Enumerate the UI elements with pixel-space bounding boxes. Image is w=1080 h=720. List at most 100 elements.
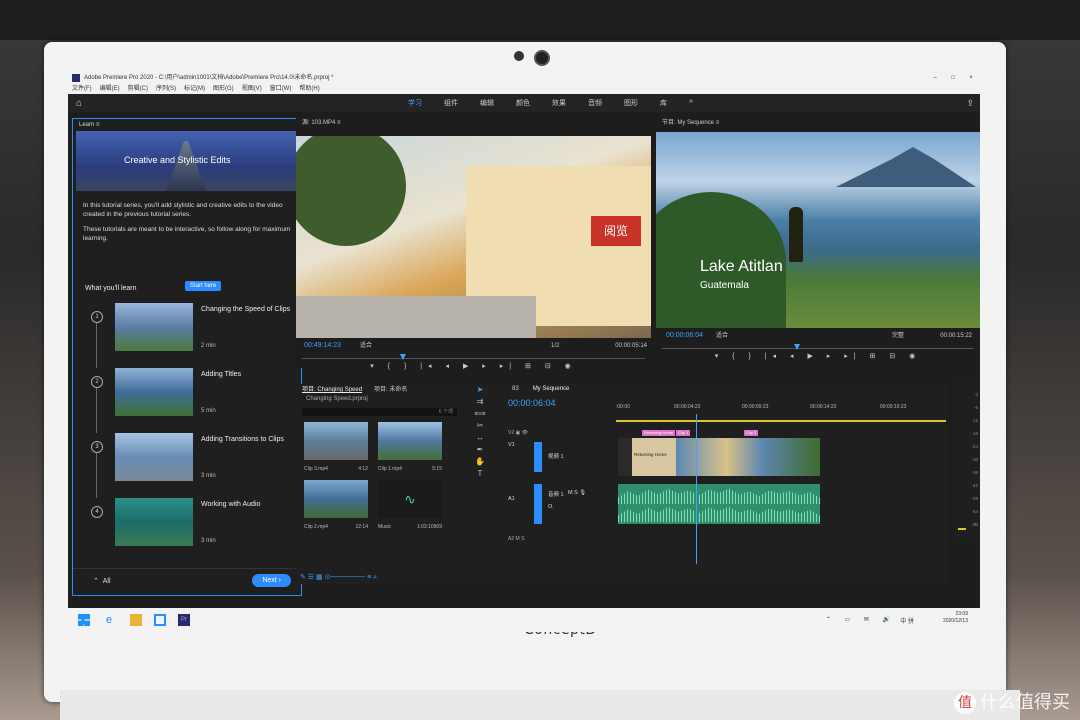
type-tool-icon[interactable]: T bbox=[466, 468, 494, 480]
volume-knob-icon[interactable]: O. bbox=[548, 504, 554, 510]
title-bar: Adobe Premiere Pro 2020 - C:\用户\admin100… bbox=[68, 72, 980, 84]
ripple-edit-tool-icon[interactable]: ⟺ bbox=[466, 408, 494, 420]
program-video-frame: Lake Atitlan Guatemala bbox=[656, 132, 980, 328]
close-button[interactable]: × bbox=[962, 72, 980, 84]
project-clip[interactable]: ∿ Music 1:03:10909 bbox=[378, 480, 442, 530]
minimize-button[interactable]: – bbox=[926, 72, 944, 84]
workspace-tab-learning[interactable]: 学习 bbox=[408, 98, 422, 108]
learn-panel-header: Learn ≡ bbox=[79, 122, 100, 128]
project-clip[interactable]: Clip 2.mp4 12:14 bbox=[304, 480, 368, 530]
workspace-tab-editing[interactable]: 编辑 bbox=[480, 98, 494, 108]
fx-badge[interactable]: Clip 2 bbox=[744, 430, 759, 436]
workspace-tab-effects[interactable]: 效果 bbox=[552, 98, 566, 108]
work-area-bar[interactable] bbox=[616, 420, 946, 422]
home-icon[interactable]: ⌂ bbox=[76, 98, 82, 109]
menu-edit[interactable]: 编辑(E) bbox=[100, 84, 120, 94]
track-select-tool-icon[interactable]: ⇉ bbox=[466, 396, 494, 408]
source-transport-controls[interactable]: ▾ { } |◂ ◂ ▶ ▸ ▸| ⊞ ⊟ ◉ bbox=[296, 362, 651, 374]
lesson-item[interactable]: 3 Adding Transitions to Clips 3 min bbox=[85, 433, 295, 498]
workspace-overflow-button[interactable]: » bbox=[689, 98, 693, 108]
workspace-tab-color[interactable]: 颜色 bbox=[516, 98, 530, 108]
menu-help[interactable]: 帮助(H) bbox=[299, 84, 319, 94]
lesson-thumbnail bbox=[115, 303, 193, 351]
workspace-tab-audio[interactable]: 音频 bbox=[588, 98, 602, 108]
source-playhead[interactable] bbox=[400, 354, 406, 360]
menu-graphics[interactable]: 图形(G) bbox=[213, 84, 234, 94]
building-sign: 阅览 bbox=[591, 216, 641, 246]
person-image bbox=[789, 207, 803, 262]
sequence-timecode[interactable]: 00:00:06:04 bbox=[508, 398, 556, 408]
hand-tool-icon[interactable]: ✋ bbox=[466, 456, 494, 468]
track-header-a2[interactable]: A2 M S bbox=[508, 536, 608, 546]
lesson-item[interactable]: 2 Adding Titles 5 min bbox=[85, 368, 295, 433]
start-here-badge[interactable]: Start here bbox=[185, 281, 222, 291]
program-fit-dropdown[interactable]: 适合 bbox=[716, 330, 728, 342]
share-icon[interactable]: ⇪ bbox=[966, 98, 974, 109]
workspace-tab-assembly[interactable]: 组件 bbox=[444, 98, 458, 108]
maximize-button[interactable]: □ bbox=[944, 72, 962, 84]
tab-my-sequence[interactable]: My Sequence bbox=[533, 384, 570, 394]
menu-view[interactable]: 视图(V) bbox=[242, 84, 262, 94]
menu-file[interactable]: 文件(F) bbox=[72, 84, 92, 94]
program-playhead[interactable] bbox=[794, 344, 800, 350]
track-header-v1[interactable]: V1 视频 1 bbox=[508, 442, 608, 472]
all-tutorials-link[interactable]: ⌃ All bbox=[93, 577, 111, 585]
project-clip[interactable]: Clip 1.mp4 5:15 bbox=[378, 422, 442, 472]
track-header-v2[interactable]: V2 ▣ 👁 bbox=[508, 430, 608, 440]
source-timecode[interactable]: 00:49:14:23 bbox=[304, 340, 341, 352]
windows-start-icon[interactable] bbox=[78, 614, 90, 626]
source-time-ruler[interactable] bbox=[302, 354, 645, 360]
lesson-item[interactable]: 4 Working with Audio 3 min bbox=[85, 498, 295, 563]
track-header-a1[interactable]: A1 音频 1 O. M S 🎙 bbox=[508, 484, 608, 524]
ime-indicator[interactable]: 中 拼 bbox=[900, 616, 914, 625]
program-timecode[interactable]: 00:00:06:04 bbox=[666, 330, 703, 342]
project-clip[interactable]: Clip 3.mp4 4:12 bbox=[304, 422, 368, 472]
workspace-tab-libraries[interactable]: 库 bbox=[660, 98, 667, 108]
file-explorer-icon[interactable] bbox=[130, 614, 142, 626]
menu-sequence[interactable]: 序列(S) bbox=[156, 84, 176, 94]
taskbar-clock[interactable]: 23:09 2020/12/13 bbox=[943, 611, 968, 625]
meter-tick: 0 bbox=[975, 392, 978, 397]
pen-tool-icon[interactable]: ✒ bbox=[466, 444, 494, 456]
razor-tool-icon[interactable]: ✂ bbox=[466, 420, 494, 432]
next-button[interactable]: Next › bbox=[252, 574, 291, 587]
premiere-taskbar-icon[interactable]: Pr bbox=[178, 614, 190, 626]
window-title: Adobe Premiere Pro 2020 - C:\用户\admin100… bbox=[84, 75, 334, 81]
system-tray-icons[interactable]: ⌃ ▭ ✉ 🔊 bbox=[826, 616, 896, 623]
audio-clip[interactable] bbox=[618, 484, 820, 524]
tab-project-untitled[interactable]: 项目: 未命名 bbox=[374, 384, 407, 396]
edge-browser-icon[interactable]: e bbox=[106, 614, 118, 626]
selection-tool-icon[interactable]: ➤ bbox=[466, 384, 494, 396]
tab-sequence-83[interactable]: 83 bbox=[512, 384, 519, 394]
sensor-icon bbox=[514, 51, 524, 61]
mute-solo-buttons[interactable]: M S 🎙 bbox=[568, 490, 586, 496]
menu-window[interactable]: 窗口(W) bbox=[270, 84, 292, 94]
meter-tick: -12 bbox=[971, 418, 978, 423]
track-label: V2 bbox=[508, 430, 515, 436]
graphics-clip[interactable]: Returning Home bbox=[642, 430, 676, 436]
lesson-duration: 3 min bbox=[201, 473, 216, 479]
program-transport-controls[interactable]: ▾ { } |◂ ◂ ▶ ▸ ▸| ⊞ ⊟ ◉ bbox=[656, 352, 980, 364]
project-view-controls[interactable]: ✎ ☰ ▦ ⊙─────── ≡ ⌕ bbox=[300, 573, 377, 582]
source-fit-dropdown[interactable]: 适合 bbox=[360, 340, 372, 352]
timeline-playhead[interactable] bbox=[696, 414, 697, 564]
meter-tick: -30 bbox=[971, 457, 978, 462]
store-icon[interactable] bbox=[154, 614, 166, 626]
program-resolution-dropdown[interactable]: 完整 bbox=[892, 330, 904, 342]
fx-badge[interactable]: Clip 1 bbox=[676, 430, 691, 436]
clip-duration: 12:14 bbox=[355, 524, 368, 530]
menu-marker[interactable]: 标记(M) bbox=[184, 84, 205, 94]
audio-clip-thumbnail: ∿ bbox=[378, 480, 442, 518]
project-search-input[interactable]: 6 个项 bbox=[302, 408, 457, 416]
lesson-title: Working with Audio bbox=[201, 501, 261, 508]
video-clip[interactable] bbox=[676, 438, 820, 476]
menu-clip[interactable]: 剪辑(C) bbox=[128, 84, 148, 94]
workspace-tab-graphics[interactable]: 图形 bbox=[624, 98, 638, 108]
title-clip[interactable]: Returning Home bbox=[618, 438, 676, 476]
program-time-ruler[interactable] bbox=[662, 344, 974, 350]
meter-tick: -42 bbox=[971, 483, 978, 488]
slip-tool-icon[interactable]: ↔ bbox=[466, 432, 494, 444]
source-resolution-dropdown[interactable]: 1/2 bbox=[551, 340, 559, 352]
lesson-item[interactable]: 1 Changing the Speed of Clips 2 min bbox=[85, 303, 295, 368]
tab-project-changing-speed[interactable]: 项目: Changing Speed bbox=[302, 384, 362, 396]
